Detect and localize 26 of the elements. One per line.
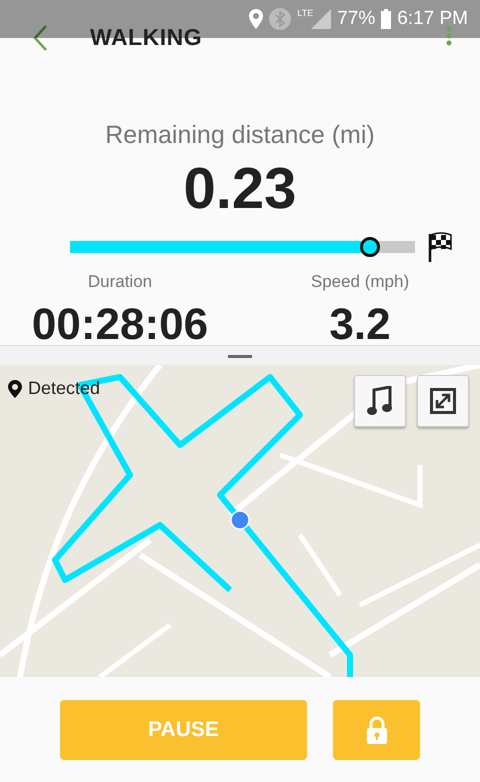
network-type: LTE xyxy=(297,8,314,18)
checkered-flag-icon xyxy=(426,232,452,262)
stat-label: Duration xyxy=(88,272,152,292)
clock-time: 6:17 PM xyxy=(397,8,468,30)
lock-icon xyxy=(366,716,388,744)
stat-value: 3.2 xyxy=(329,300,391,350)
remaining-label: Remaining distance (mi) xyxy=(105,121,375,150)
drag-handle[interactable] xyxy=(228,355,252,358)
signal-icon xyxy=(311,9,332,29)
menu-icon[interactable] xyxy=(446,26,452,46)
music-note-icon xyxy=(367,386,393,416)
expand-icon xyxy=(430,388,456,414)
battery-icon xyxy=(381,9,392,29)
stat-label: Speed (mph) xyxy=(310,272,410,292)
battery-percent: 77% xyxy=(337,8,376,30)
music-button[interactable] xyxy=(354,375,406,427)
pause-button[interactable]: PAUSE xyxy=(60,700,307,760)
back-icon[interactable] xyxy=(32,24,48,52)
pin-icon xyxy=(8,380,22,398)
remaining-value: 0.23 xyxy=(184,160,296,218)
progress-thumb xyxy=(360,237,380,257)
location-dot xyxy=(230,510,250,530)
bluetooth-icon xyxy=(269,8,292,30)
stat-value: 00:28:06 xyxy=(32,300,208,350)
location-icon xyxy=(249,9,264,29)
fullscreen-button[interactable] xyxy=(417,375,469,427)
